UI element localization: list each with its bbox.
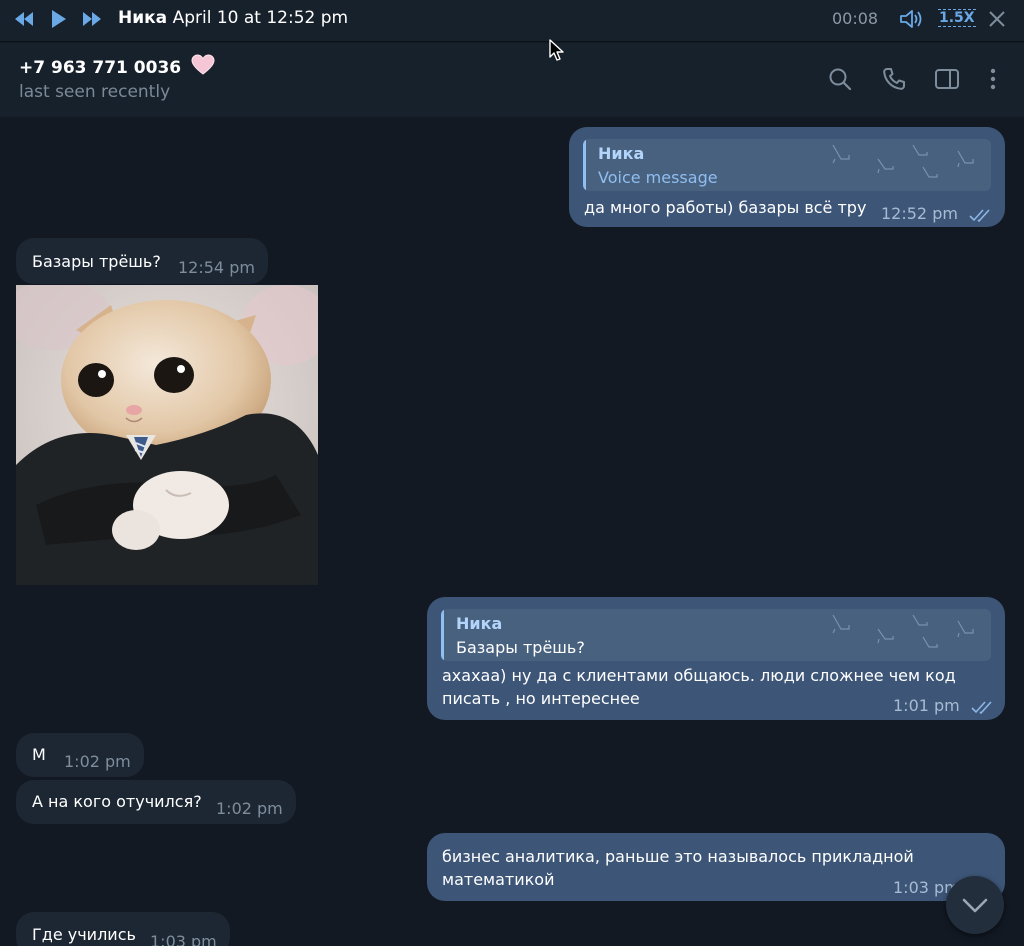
fast-forward-icon[interactable] — [80, 9, 104, 29]
chevron-down-icon — [962, 898, 988, 913]
heart-icon — [191, 54, 215, 75]
chat-title[interactable]: +7 963 771 0036 — [19, 54, 215, 78]
message-time: 12:52 pm — [881, 204, 958, 223]
audio-player-bar: Ника April 10 at 12:52 pm 00:08 1.5X — [0, 0, 1024, 42]
message-text-line: бизнес аналитика, раньше это называлось … — [442, 847, 914, 866]
player-date: April 10 at 12:52 pm — [172, 8, 349, 28]
scroll-to-bottom-button[interactable] — [946, 876, 1004, 934]
double-check-icon — [971, 701, 992, 714]
heels-pattern-icon — [832, 144, 974, 178]
message-bubble[interactable]: А на кого отучился? 1:02 pm — [16, 780, 296, 824]
more-icon[interactable] — [979, 65, 1007, 93]
reply-bar — [441, 609, 444, 661]
cursor-icon — [549, 39, 564, 61]
message-text: Базары трёшь? — [32, 252, 161, 271]
message-meta: 12:52 pm — [881, 203, 993, 225]
message-bubble[interactable]: Где учились 1:03 pm — [16, 912, 230, 946]
message-bubble[interactable]: Ника Базары трёшь? ахахаа) ну да с клиен… — [427, 597, 1005, 720]
message-text-line: ахахаа) ну да с клиентами общаюсь. люди … — [442, 666, 956, 685]
message-time: 1:02 pm — [216, 799, 283, 818]
phone-icon[interactable] — [880, 65, 908, 93]
search-icon[interactable] — [826, 65, 854, 93]
player-elapsed-time: 00:08 — [832, 9, 879, 28]
player-track-title[interactable]: Ника April 10 at 12:52 pm — [118, 8, 348, 28]
reply-author: Ника — [456, 614, 503, 633]
player-author: Ника — [118, 8, 168, 28]
contact-name: +7 963 771 0036 — [19, 58, 182, 78]
message-text-line: математикой — [442, 870, 555, 889]
playback-speed-button[interactable]: 1.5X — [938, 9, 976, 27]
kitten-in-suit-image — [16, 285, 318, 585]
reply-author: Ника — [598, 144, 645, 163]
message-time: 12:54 pm — [178, 258, 255, 277]
message-text-line: писать , но интереснее — [442, 689, 640, 708]
message-time: 1:03 pm — [150, 932, 217, 946]
message-meta: 1:01 pm — [893, 695, 995, 717]
reply-text: Базары трёшь? — [456, 638, 585, 657]
message-bubble[interactable]: Базары трёшь? 12:54 pm — [16, 238, 268, 284]
chat-header: +7 963 771 0036 last seen recently — [0, 43, 1024, 117]
message-text: А на кого отучился? — [32, 792, 202, 811]
message-time: 1:01 pm — [893, 696, 960, 715]
message-text: да много работы) базары всё тру — [584, 198, 867, 217]
message-bubble[interactable]: бизнес аналитика, раньше это называлось … — [427, 833, 1005, 901]
contact-status: last seen recently — [19, 82, 171, 102]
reply-bar — [583, 139, 586, 191]
volume-icon[interactable] — [898, 8, 924, 30]
message-time: 1:02 pm — [64, 752, 131, 771]
sidebar-toggle-icon[interactable] — [933, 65, 961, 93]
rewind-icon[interactable] — [12, 9, 36, 29]
message-bubble[interactable]: М 1:02 pm — [16, 733, 144, 777]
message-text: Где учились — [32, 925, 136, 944]
reply-preview[interactable]: Ника Базары трёшь? — [441, 609, 991, 661]
play-icon[interactable] — [46, 9, 70, 29]
close-icon[interactable] — [986, 8, 1008, 30]
reply-text: Voice message — [598, 168, 718, 187]
double-check-icon — [969, 209, 990, 222]
heels-pattern-icon — [832, 614, 974, 648]
reply-preview[interactable]: Ника Voice message — [583, 139, 991, 191]
message-bubble[interactable]: Ника Voice message да много работы) база… — [569, 127, 1005, 227]
message-text: М — [32, 745, 46, 764]
photo-message[interactable] — [16, 285, 318, 585]
